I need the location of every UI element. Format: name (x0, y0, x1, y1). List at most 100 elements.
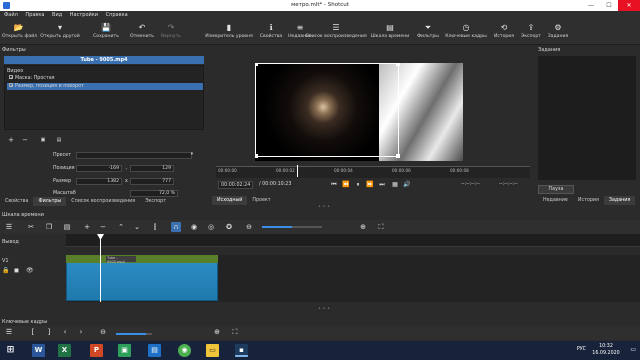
remove-icon[interactable]: − (98, 222, 108, 232)
shotcut-taskbar-icon[interactable]: ▪ (235, 344, 248, 357)
checkbox-icon[interactable]: ✓ (9, 75, 13, 80)
chrome-icon[interactable]: ◉ (178, 344, 191, 357)
resize-handle[interactable] (396, 63, 400, 66)
toggle-zoom-icon[interactable]: ▦ (390, 180, 400, 190)
splitter-handle[interactable]: • • • (318, 306, 330, 312)
save-button[interactable]: 💾 Сохранить (92, 21, 120, 44)
menu-icon[interactable]: ☰ (4, 222, 14, 232)
tab-playlist[interactable]: Список воспроизведения (66, 197, 140, 206)
blue-app-icon[interactable]: ▤ (148, 344, 161, 357)
filter-item-mask[interactable]: ✓ Маска: Простая (7, 75, 203, 82)
menu-view[interactable]: Вид (52, 11, 62, 20)
history-button[interactable]: ⟲ История (490, 21, 518, 44)
tab-project[interactable]: Проект (247, 196, 275, 205)
cut-icon[interactable]: ✂ (26, 222, 36, 232)
tab-source[interactable]: Исходный (212, 196, 248, 205)
snap-icon[interactable]: ∩ (171, 222, 181, 232)
preset-select[interactable] (76, 152, 192, 159)
player-ruler[interactable]: 00:00:00 00:00:02 00:00:04 00:00:06 00:0… (216, 166, 530, 178)
copy-icon[interactable]: ❐ (44, 222, 54, 232)
size-width-field[interactable]: 1382 (76, 178, 122, 185)
undo-button[interactable]: ↶ Отменить (128, 21, 156, 44)
open-other-button[interactable]: ▾ Открыть другой (40, 21, 80, 44)
tab-filters[interactable]: Фильтры (33, 197, 67, 206)
lift-icon[interactable]: ⌃ (116, 222, 126, 232)
resize-handle[interactable] (255, 154, 258, 158)
paste-filter-icon[interactable]: ▤ (54, 136, 64, 144)
paste-icon[interactable]: ▤ (62, 222, 72, 232)
splitter-handle[interactable]: • • • (318, 204, 330, 210)
menu-settings[interactable]: Настройки (70, 11, 98, 20)
overwrite-icon[interactable]: ⌄ (132, 222, 142, 232)
pause-icon[interactable]: ⏸ (353, 180, 363, 190)
tab-history[interactable]: История (573, 196, 604, 205)
zoom-in-icon[interactable]: ⊕ (212, 327, 222, 337)
timeline-button[interactable]: ▤ Шкала времени (369, 21, 411, 44)
tab-export[interactable]: Экспорт (140, 197, 171, 206)
filter-item-size-position-rotate[interactable]: ✓ Размер, позиция и поворот (7, 83, 203, 90)
resize-handle[interactable] (396, 154, 400, 158)
skip-start-icon[interactable]: ⏮ (329, 180, 339, 190)
tab-recent[interactable]: Недавние (538, 196, 573, 205)
scrub-icon[interactable]: ◉ (189, 222, 199, 232)
lock-icon[interactable]: 🔒 (2, 267, 9, 274)
set-out-icon[interactable]: ] (44, 327, 54, 337)
add-filter-button[interactable]: + (6, 136, 16, 144)
checkbox-icon[interactable]: ✓ (9, 83, 13, 88)
chevron-down-icon[interactable]: ▾ (190, 152, 195, 159)
menu-file[interactable]: Файл (4, 11, 18, 20)
system-clock[interactable]: 10:32 16.09.2020 (586, 343, 626, 357)
menu-icon[interactable]: ☰ (4, 327, 14, 337)
player-playhead[interactable] (297, 165, 298, 177)
size-height-field[interactable]: 777 (130, 178, 174, 185)
excel-icon[interactable]: X (58, 344, 71, 357)
rewind-icon[interactable]: ⏪ (341, 180, 351, 190)
open-file-button[interactable]: 📂 Открыть файл (2, 21, 37, 44)
close-button[interactable]: ✕ (618, 0, 640, 11)
eye-icon[interactable]: 👁 (26, 267, 34, 274)
scale-field[interactable]: 72,0 % (130, 190, 178, 197)
ripple-all-icon[interactable]: ✪ (224, 222, 234, 232)
ripple-icon[interactable]: ◎ (206, 222, 216, 232)
notifications-icon[interactable]: ▭ (630, 346, 636, 353)
zoom-in-icon[interactable]: ⊕ (358, 222, 368, 232)
redo-button[interactable]: ↷ Вернуть (158, 21, 184, 44)
maximize-button[interactable]: ☐ (600, 0, 618, 11)
position-y-field[interactable]: 129 (130, 165, 174, 172)
hide-icon[interactable]: ◼ (14, 267, 19, 274)
transform-selection-box[interactable] (255, 63, 400, 158)
skip-end-icon[interactable]: ⏭ (377, 180, 387, 190)
current-time-field[interactable]: 00:00:02:24 (218, 181, 254, 189)
export-button[interactable]: ⇪ Экспорт (518, 21, 544, 44)
split-icon[interactable]: ⫿ (150, 222, 160, 232)
zoom-out-icon[interactable]: ⊖ (244, 222, 254, 232)
set-in-icon[interactable]: [ (28, 327, 38, 337)
keyframes-zoom-slider[interactable] (116, 333, 152, 335)
zoom-fit-icon[interactable]: ⛶ (230, 327, 240, 337)
prev-keyframe-icon[interactable]: ‹ (60, 327, 70, 337)
tab-jobs[interactable]: Задания (603, 196, 636, 205)
volume-icon[interactable]: 🔊 (402, 180, 412, 190)
timeline-zoom-slider[interactable] (262, 226, 322, 228)
zoom-out-icon[interactable]: ⊖ (98, 327, 108, 337)
video-preview[interactable] (255, 63, 463, 161)
word-icon[interactable]: W (32, 344, 45, 357)
properties-button[interactable]: ℹ Свойства (257, 21, 285, 44)
minimize-button[interactable]: — (582, 0, 600, 11)
zoom-fit-icon[interactable]: ⛶ (376, 222, 386, 232)
filters-button[interactable]: ⏷ Фильтры (412, 21, 444, 44)
resize-handle[interactable] (255, 63, 258, 66)
position-x-field[interactable]: -169 (76, 165, 122, 172)
timeline-ruler[interactable] (66, 234, 640, 247)
green-app-icon[interactable]: ▣ (118, 344, 131, 357)
jobs-button[interactable]: ⚙ Задания (546, 21, 570, 44)
copy-filter-icon[interactable]: ▣ (38, 136, 48, 144)
file-explorer-icon[interactable]: ▭ (206, 344, 219, 357)
playlist-button[interactable]: ☰ Список воспроизведения (304, 21, 368, 44)
windows-start-icon[interactable]: ⊞ (4, 344, 17, 357)
next-keyframe-icon[interactable]: › (76, 327, 86, 337)
language-indicator[interactable]: РУС (577, 347, 586, 352)
fast-forward-icon[interactable]: ⏩ (365, 180, 375, 190)
timeline-playhead[interactable] (100, 234, 101, 302)
tab-properties[interactable]: Свойства (0, 197, 33, 206)
